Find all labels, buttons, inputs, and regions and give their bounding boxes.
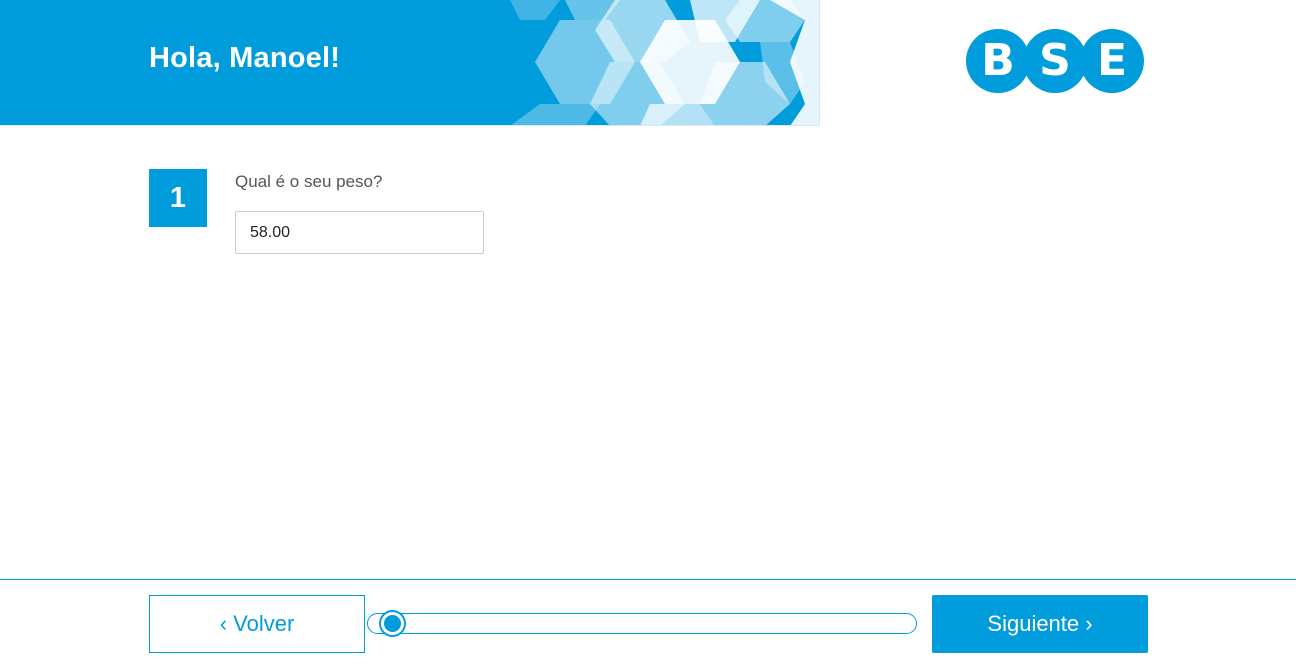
logo-letter-e: E	[1096, 35, 1128, 86]
greeting-title: Hola, Manoel!	[149, 42, 341, 74]
question-number-badge: 1	[149, 169, 207, 227]
logo-letter-b: B	[981, 35, 1015, 86]
logo-letter-s: S	[1039, 35, 1071, 86]
bse-logo: B S E	[966, 29, 1144, 93]
progress-thumb	[381, 612, 405, 635]
header-banner: Hola, Manoel!	[0, 0, 820, 126]
hexagon-pattern	[510, 0, 819, 125]
back-button[interactable]: ‹ Volver	[149, 595, 365, 653]
progress-track	[367, 612, 917, 635]
question-label: Qual é o seu peso?	[235, 172, 383, 191]
weight-input[interactable]	[235, 211, 484, 254]
next-button[interactable]: Siguiente ›	[932, 595, 1148, 653]
footer-divider	[0, 579, 1296, 580]
